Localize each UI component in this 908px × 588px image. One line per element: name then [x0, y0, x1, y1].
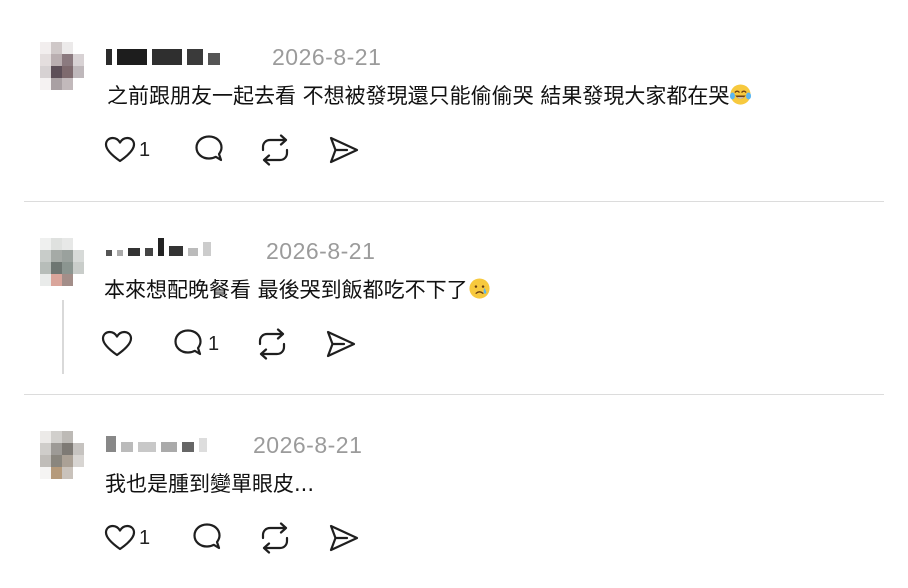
comment-item: 2026-8-21 之前跟朋友一起去看 不想被發現還只能偷偷哭 結果發現大家都在…: [0, 0, 908, 200]
reply-button[interactable]: [190, 521, 224, 555]
like-button[interactable]: [101, 327, 136, 361]
comment-item: 2026-8-21 本來想配晚餐看 最後哭到飯都吃不下了 1: [0, 202, 908, 394]
username-redacted[interactable]: [106, 238, 211, 256]
comment-text: 我也是腫到變單眼皮...: [105, 470, 314, 498]
comment-text: 本來想配晚餐看 最後哭到飯都吃不下了: [104, 276, 491, 304]
comment-text-content: 之前跟朋友一起去看 不想被發現還只能偷偷哭 結果發現大家都在哭: [107, 84, 730, 108]
action-bar: 1: [104, 133, 504, 167]
send-icon: [329, 524, 359, 552]
comment-date: 2026-8-21: [253, 432, 363, 458]
crying-face-icon: [469, 278, 490, 299]
username-redacted[interactable]: [106, 47, 220, 65]
face-with-tears-of-joy-icon: [730, 84, 752, 105]
repost-button[interactable]: [258, 521, 292, 555]
username-redacted[interactable]: [106, 434, 207, 452]
heart-icon: [104, 524, 136, 551]
reply-button[interactable]: 1: [171, 327, 219, 361]
share-button[interactable]: [328, 133, 360, 167]
comment-bubble-icon: [174, 329, 202, 356]
avatar[interactable]: [40, 431, 84, 479]
repost-icon: [261, 134, 289, 166]
thread-line: [62, 300, 64, 374]
comment-date: 2026-8-21: [272, 44, 382, 70]
comment-thread: 2026-8-21 之前跟朋友一起去看 不想被發現還只能偷偷哭 結果發現大家都在…: [0, 0, 908, 588]
repost-button[interactable]: [255, 327, 289, 361]
repost-button[interactable]: [258, 133, 292, 167]
action-bar: 1: [104, 521, 504, 555]
send-icon: [329, 136, 359, 164]
comment-date: 2026-8-21: [266, 238, 376, 264]
reply-count: 1: [208, 333, 220, 355]
action-bar: 1: [101, 327, 501, 361]
avatar[interactable]: [40, 42, 84, 90]
comment-item: 2026-8-21 我也是腫到變單眼皮... 1: [0, 395, 908, 588]
comment-bubble-icon: [193, 523, 221, 550]
repost-icon: [261, 522, 289, 554]
comment-text: 之前跟朋友一起去看 不想被發現還只能偷偷哭 結果發現大家都在哭: [107, 82, 752, 110]
like-count: 1: [139, 139, 151, 161]
like-button[interactable]: 1: [104, 133, 150, 167]
send-icon: [326, 330, 356, 358]
share-button[interactable]: [328, 521, 360, 555]
avatar[interactable]: [40, 238, 84, 286]
share-button[interactable]: [325, 327, 357, 361]
heart-icon: [104, 136, 136, 163]
comment-text-content: 我也是腫到變單眼皮...: [105, 472, 315, 496]
repost-icon: [258, 328, 286, 360]
like-count: 1: [139, 527, 151, 549]
comment-bubble-icon: [195, 135, 223, 162]
heart-icon: [101, 330, 133, 357]
comment-text-content: 本來想配晚餐看 最後哭到飯都吃不下了: [104, 278, 468, 302]
like-button[interactable]: 1: [104, 521, 150, 555]
reply-button[interactable]: [192, 133, 226, 167]
